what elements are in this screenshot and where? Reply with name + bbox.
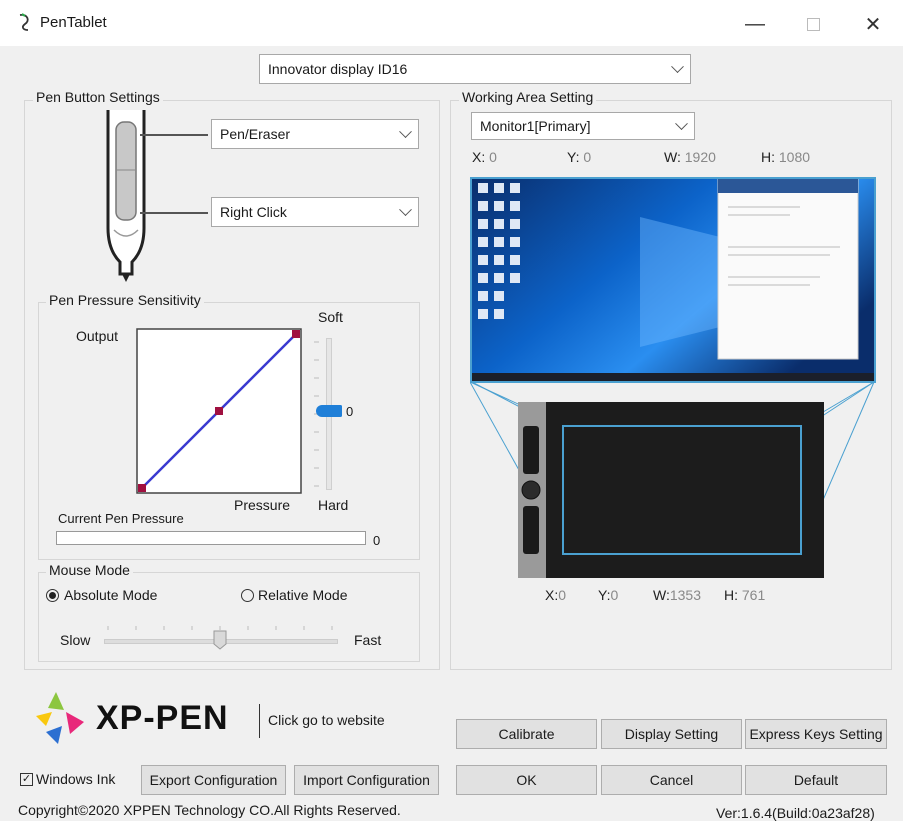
chevron-down-icon: [399, 202, 412, 216]
monitor-select[interactable]: Monitor1[Primary]: [471, 112, 695, 140]
maximize-button[interactable]: [790, 8, 836, 40]
screen-x: X: 0: [472, 149, 497, 165]
pentablet-icon: [19, 13, 29, 31]
curve-point-end[interactable]: [292, 330, 300, 338]
screen-y: Y: 0: [567, 149, 592, 165]
lower-button-connector: [140, 212, 208, 214]
sensitivity-value: 0: [346, 404, 354, 419]
checkbox-checked-icon: ✓: [20, 772, 33, 786]
chevron-down-icon: [399, 124, 412, 138]
default-button[interactable]: Default: [745, 765, 887, 795]
fast-label: Fast: [354, 632, 382, 648]
express-keys-setting-button[interactable]: Express Keys Setting: [745, 719, 887, 749]
soft-label: Soft: [318, 309, 343, 325]
copyright-text: Copyright©2020 XPPEN Technology CO.All R…: [18, 802, 401, 818]
curve-point-start[interactable]: [138, 484, 146, 492]
minimize-icon: —: [745, 12, 765, 35]
mouse-mode-title: Mouse Mode: [46, 562, 133, 578]
current-pressure-bar: [56, 531, 366, 545]
upper-button-connector: [140, 134, 208, 136]
pressure-title: Pen Pressure Sensitivity: [46, 292, 204, 308]
working-area-title: Working Area Setting: [459, 89, 597, 105]
mouse-speed-slider-thumb[interactable]: [213, 630, 227, 650]
relative-mode-radio[interactable]: Relative Mode: [241, 587, 348, 603]
output-label: Output: [76, 328, 119, 344]
sensitivity-slider-thumb[interactable]: [316, 405, 342, 417]
website-link[interactable]: Click go to website: [268, 712, 385, 728]
logo-divider: [259, 704, 260, 738]
chevron-down-icon: [675, 116, 688, 130]
device-select[interactable]: Innovator display ID16: [259, 54, 691, 84]
lower-pen-button-value: Right Click: [220, 204, 287, 220]
version-text: Ver:1.6.4(Build:0a23af28): [716, 805, 875, 821]
close-button[interactable]: ✕: [850, 8, 896, 40]
absolute-mode-radio[interactable]: Absolute Mode: [46, 587, 157, 603]
export-configuration-button[interactable]: Export Configuration: [141, 765, 286, 795]
display-setting-button[interactable]: Display Setting: [601, 719, 742, 749]
monitor-select-value: Monitor1[Primary]: [480, 118, 591, 134]
upper-pen-button-select[interactable]: Pen/Eraser: [211, 119, 419, 149]
maximize-icon: [806, 17, 820, 31]
chevron-down-icon: [671, 59, 684, 73]
curve-point-middle[interactable]: [215, 407, 223, 415]
calibrate-button[interactable]: Calibrate: [456, 719, 597, 749]
import-configuration-button[interactable]: Import Configuration: [294, 765, 439, 795]
window-title: PenTablet: [40, 14, 107, 31]
windows-ink-label: Windows Ink: [36, 771, 116, 787]
screen-w: W: 1920: [664, 149, 716, 165]
pressure-curve-chart[interactable]: [136, 328, 302, 494]
hard-label: Hard: [318, 497, 349, 513]
lower-pen-button-select[interactable]: Right Click: [211, 197, 419, 227]
radio-checked-icon: [46, 588, 59, 602]
slow-label: Slow: [60, 632, 91, 648]
close-icon: ✕: [864, 13, 882, 36]
current-pressure-label: Current Pen Pressure: [58, 511, 184, 526]
express-key-upper: [523, 426, 539, 474]
absolute-mode-label: Absolute Mode: [64, 587, 158, 603]
tablet-w: W:1353: [653, 587, 702, 603]
cancel-button[interactable]: Cancel: [601, 765, 742, 795]
express-key-lower: [523, 506, 539, 554]
dial-icon: [521, 480, 541, 500]
tablet-h: H: 761: [724, 587, 766, 603]
tablet-x: X:0: [545, 587, 567, 603]
minimize-button[interactable]: —: [732, 8, 778, 40]
mouse-mode-group: [38, 572, 420, 662]
ok-button[interactable]: OK: [456, 765, 597, 795]
brand-logo-text: XP-PEN: [96, 699, 229, 737]
pressure-label: Pressure: [234, 497, 291, 513]
windows-ink-checkbox[interactable]: ✓ Windows Ink: [20, 771, 115, 787]
screen-h: H: 1080: [761, 149, 811, 165]
radio-unchecked-icon: [241, 588, 254, 602]
pen-illustration: [106, 110, 146, 282]
upper-pen-button-value: Pen/Eraser: [220, 126, 291, 142]
current-pressure-value: 0: [373, 533, 381, 548]
tablet-y: Y:0: [598, 587, 619, 603]
pen-button-settings-title: Pen Button Settings: [33, 89, 163, 105]
relative-mode-label: Relative Mode: [258, 587, 348, 603]
tablet-preview[interactable]: [518, 402, 824, 578]
device-select-value: Innovator display ID16: [268, 61, 408, 77]
xp-pen-logo-icon: [36, 692, 84, 744]
